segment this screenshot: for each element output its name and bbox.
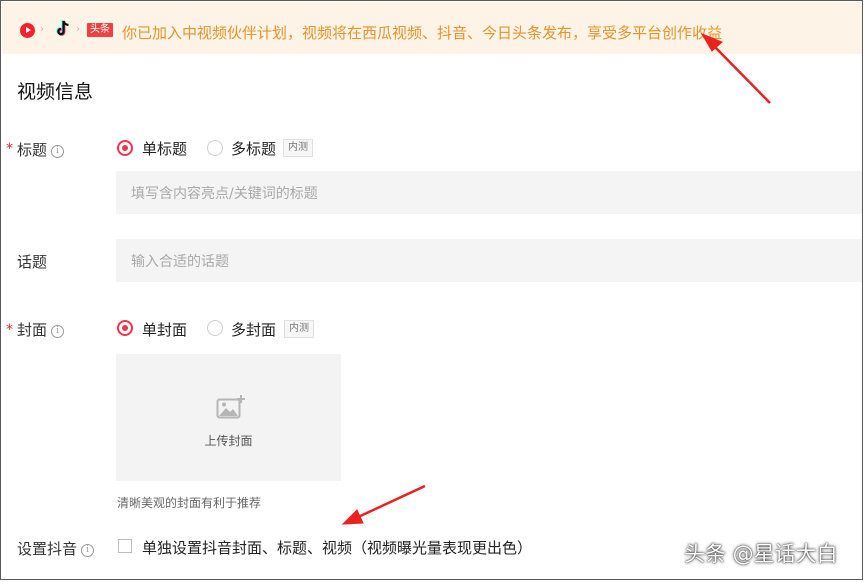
upload-cover-button[interactable]: 上传封面	[116, 354, 341, 481]
topic-input[interactable]: 输入合适的话题	[116, 239, 862, 282]
topic-input-placeholder: 输入合适的话题	[131, 254, 229, 270]
app-frame: › › 头条 你已加入中视频伙伴计划，视频将在西瓜视频、抖音、今日头条发布，享受…	[0, 0, 863, 580]
image-add-icon	[216, 395, 245, 419]
title-input[interactable]: 填写含内容亮点/关键词的标题	[116, 171, 862, 214]
chevron-right-icon: ›	[76, 24, 80, 35]
douyin-label: 设置抖音 i	[17, 538, 95, 559]
beta-tag: 内测	[283, 139, 313, 157]
topic-label: 话题	[17, 253, 48, 271]
radio-single-cover-label[interactable]: 单封面	[142, 319, 187, 340]
beta-tag: 内测	[284, 320, 314, 338]
required-mark: *	[6, 141, 13, 157]
title-input-placeholder: 填写含内容亮点/关键词的标题	[131, 186, 318, 202]
radio-single-title[interactable]	[117, 140, 133, 156]
cover-hint: 清晰美观的封面有利于推荐	[117, 496, 262, 510]
radio-multi-cover[interactable]	[207, 320, 223, 336]
douyin-separate-checkbox[interactable]	[118, 539, 132, 553]
platform-banner: › › 头条 你已加入中视频伙伴计划，视频将在西瓜视频、抖音、今日头条发布，享受…	[2, 2, 862, 54]
info-icon[interactable]: i	[81, 544, 95, 557]
radio-single-title-label[interactable]: 单标题	[142, 138, 187, 159]
banner-message: 你已加入中视频伙伴计划，视频将在西瓜视频、抖音、今日头条发布，享受多平台创作收益	[122, 24, 723, 42]
info-icon[interactable]: i	[51, 325, 65, 338]
upload-cover-label: 上传封面	[204, 434, 253, 448]
radio-multi-title-label[interactable]: 多标题	[231, 138, 276, 159]
toutiao-badge: 头条	[87, 23, 113, 37]
required-mark: *	[6, 322, 13, 338]
radio-multi-title[interactable]	[207, 140, 223, 156]
chevron-right-icon: ›	[40, 24, 44, 35]
radio-single-cover[interactable]	[117, 320, 133, 336]
section-title: 视频信息	[17, 81, 94, 103]
cover-label: 封面 i	[17, 319, 65, 340]
douyin-separate-label[interactable]: 单独设置抖音封面、标题、视频（视频曝光量表现更出色）	[142, 537, 532, 558]
info-icon[interactable]: i	[51, 145, 65, 158]
douyin-icon	[56, 20, 69, 36]
title-label: 标题 i	[17, 139, 65, 160]
xigua-video-icon	[20, 23, 35, 38]
radio-multi-cover-label[interactable]: 多封面	[231, 319, 276, 340]
watermark: 头条 @星话大白	[684, 542, 838, 566]
